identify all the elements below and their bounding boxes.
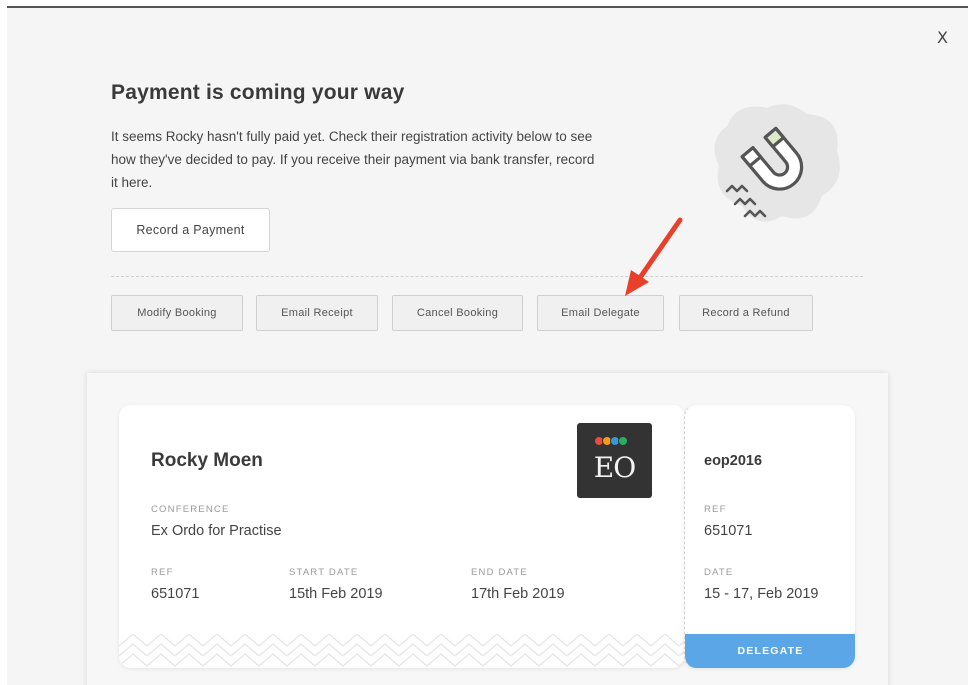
- annotation-arrow-icon: [625, 217, 683, 296]
- ticket-zigzag-pattern: [119, 634, 685, 668]
- start-date-value: 15th Feb 2019: [289, 586, 383, 602]
- modal-description: It seems Rocky hasn't fully paid yet. Ch…: [111, 129, 595, 190]
- record-payment-button[interactable]: Record a Payment: [111, 208, 270, 252]
- cancel-booking-button[interactable]: Cancel Booking: [392, 295, 523, 331]
- illustration-cloud: [714, 104, 840, 222]
- conference-logo: EO: [577, 423, 652, 498]
- start-date-label: START DATE: [289, 567, 359, 578]
- delegate-badge: DELEGATE: [685, 634, 855, 668]
- section-divider: [111, 276, 863, 277]
- end-date-label: END DATE: [471, 567, 528, 578]
- logo-dots: [594, 436, 628, 446]
- conference-label: CONFERENCE: [151, 504, 230, 515]
- logo-text: EO: [593, 451, 636, 484]
- stub-ref-label: REF: [704, 504, 727, 515]
- modal-title: Payment is coming your way: [111, 81, 405, 104]
- magnet-illustration: [714, 104, 840, 222]
- payment-modal: X Payment is coming your way It seems Ro…: [7, 6, 968, 685]
- stub-ref-value: 651071: [704, 523, 753, 539]
- ticket-stub: eop2016 REF 651071 DATE 15 - 17, Feb 201…: [684, 405, 855, 668]
- ticket-main: Rocky Moen EO CONFERENCE Ex Ordo for Pra…: [119, 405, 685, 668]
- stub-date-label: DATE: [704, 567, 734, 578]
- conference-value: Ex Ordo for Practise: [151, 523, 282, 539]
- stub-date-value: 15 - 17, Feb 2019: [704, 586, 819, 602]
- ref-label: REF: [151, 567, 174, 578]
- logo-dot-green: [618, 436, 628, 446]
- record-refund-button[interactable]: Record a Refund: [679, 295, 813, 331]
- stub-conference-code: eop2016: [704, 453, 763, 469]
- ref-value: 651071: [151, 586, 200, 602]
- email-receipt-button[interactable]: Email Receipt: [256, 295, 378, 331]
- close-button[interactable]: X: [937, 28, 948, 47]
- attendee-name: Rocky Moen: [151, 450, 263, 471]
- end-date-value: 17th Feb 2019: [471, 586, 565, 602]
- modify-booking-button[interactable]: Modify Booking: [111, 295, 243, 331]
